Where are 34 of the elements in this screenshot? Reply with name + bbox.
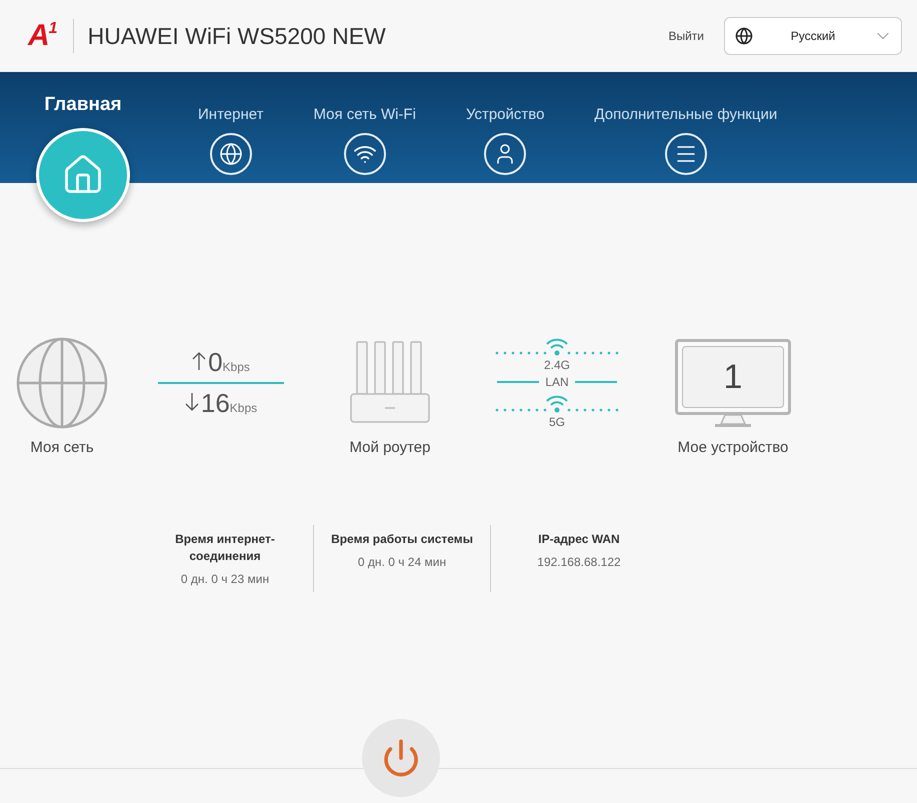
nav-tab[interactable]: Интернет <box>198 72 264 175</box>
upload-speed: 0 <box>208 347 223 378</box>
wifi-band-icon <box>494 394 620 414</box>
speed-unit: Kbps <box>230 401 258 415</box>
power-icon <box>381 738 421 778</box>
device-label: Мое устройство <box>678 439 788 456</box>
globe-icon <box>735 27 753 45</box>
download-speed: 16 <box>200 388 230 419</box>
nav-tab[interactable]: Главная <box>18 72 148 222</box>
wifi-band-icon <box>494 338 620 358</box>
download-arrow-icon <box>184 392 199 412</box>
nav-tab[interactable]: Дополнительные функции <box>594 72 778 175</box>
stat-value: 0 дн. 0 ч 23 мин <box>180 572 270 586</box>
stat-value: 192.168.68.122 <box>537 555 621 569</box>
lan-label: LAN <box>545 374 569 388</box>
band-label: 5G <box>548 414 565 428</box>
network-label: Моя сеть <box>30 439 94 456</box>
stat-title: Время работы системы <box>331 531 473 548</box>
speed-unit: Kbps <box>222 360 250 374</box>
router-label: Мой роутер <box>350 439 430 456</box>
router-icon <box>349 340 431 426</box>
band-label: 2.4G <box>544 358 570 372</box>
upload-arrow-icon <box>192 351 206 371</box>
stat-title: IP-адрес WAN <box>538 531 620 548</box>
nav-tab[interactable]: Устройство <box>466 72 544 175</box>
device-count: 1 <box>724 358 742 396</box>
nav-tab[interactable]: Моя сеть Wi-Fi <box>313 72 416 175</box>
device-title: HUAWEI WiFi WS5200 NEW <box>88 22 386 50</box>
language-select[interactable]: Русский <box>724 17 902 55</box>
stat-title: Время интернет-соединения <box>174 531 276 565</box>
logout-link[interactable]: Выйти <box>668 29 704 43</box>
globe-icon <box>218 142 243 166</box>
globe-icon <box>16 337 108 429</box>
stat-value: 0 дн. 0 ч 24 мин <box>358 555 446 569</box>
